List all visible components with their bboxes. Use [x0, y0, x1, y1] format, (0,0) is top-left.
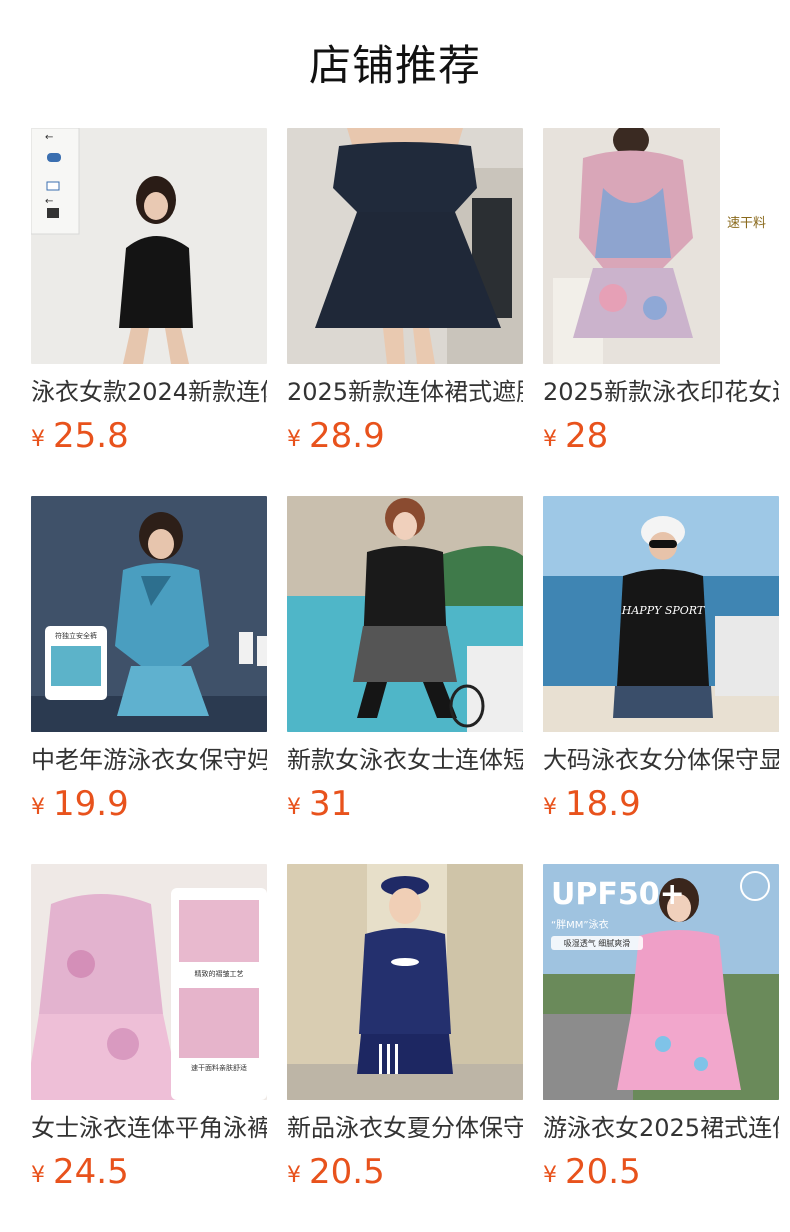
product-card[interactable]: 2025新款泳衣印花女连体裙式保守 ¥28 速干料	[543, 128, 779, 496]
product-card[interactable]: 精致的褶皱工艺 速干面料亲肤舒适 女士泳衣连体平角泳裤保守遮肚 ¥24.5	[31, 864, 267, 1232]
product-image[interactable]	[287, 496, 523, 732]
product-name[interactable]: 中老年游泳衣女保守妈妈款连体	[31, 744, 267, 776]
svg-text:←: ←	[45, 196, 53, 207]
product-name[interactable]: 大码泳衣女分体保守显瘦运动	[543, 744, 779, 776]
badge-text: 精致的褶皱工艺	[195, 969, 244, 978]
currency-symbol: ¥	[31, 1163, 45, 1188]
product-price: ¥18.9	[543, 782, 641, 826]
product-price: ¥28.9	[287, 414, 385, 458]
product-name[interactable]: 新品泳衣女夏分体保守学生运动	[287, 1112, 523, 1144]
badge-text-3: 吸湿透气 细腻爽滑	[564, 938, 631, 948]
badge-text: UPF50+	[551, 877, 685, 912]
badge-text: 符独立安全裤	[55, 631, 97, 640]
product-price: ¥19.9	[31, 782, 129, 826]
product-image[interactable]	[287, 864, 523, 1100]
svg-text:←: ←	[45, 132, 53, 143]
product-badge: 速干料	[727, 216, 767, 231]
currency-symbol: ¥	[543, 1163, 557, 1188]
price-value: 28	[565, 416, 609, 456]
product-card[interactable]: 新品泳衣女夏分体保守学生运动 ¥20.5	[287, 864, 523, 1232]
product-image[interactable]: ← ←	[31, 128, 267, 364]
page-title: 店铺推荐	[308, 41, 481, 90]
currency-symbol: ¥	[287, 427, 301, 452]
currency-symbol: ¥	[543, 795, 557, 820]
badge-text-2: 速干面料亲肤舒适	[191, 1063, 247, 1072]
product-image[interactable]	[287, 128, 523, 364]
price-value: 19.9	[53, 784, 129, 824]
product-name[interactable]: 泳衣女款2024新款连体裙式遮肚显瘦	[31, 376, 267, 408]
product-image[interactable]: 精致的褶皱工艺 速干面料亲肤舒适	[31, 864, 267, 1100]
product-card[interactable]: 2025新款连体裙式遮肚显瘦泳衣女 ¥28.9	[287, 128, 523, 496]
product-price: ¥20.5	[543, 1150, 641, 1194]
badge-text-2: “胖MM”泳衣	[551, 918, 609, 931]
currency-symbol: ¥	[543, 427, 557, 452]
price-value: 24.5	[53, 1152, 129, 1192]
product-price: ¥31	[287, 782, 352, 826]
product-grid: ← ← 泳衣女款2024新款连体裙式遮肚显瘦 ¥25.8	[31, 128, 779, 1232]
currency-symbol: ¥	[287, 795, 301, 820]
product-card[interactable]: HAPPY SPORT 大码泳衣女分体保守显瘦运动 ¥18.9	[543, 496, 779, 864]
product-image[interactable]: 符独立安全裤	[31, 496, 267, 732]
currency-symbol: ¥	[31, 795, 45, 820]
product-image[interactable]	[543, 128, 779, 364]
product-name[interactable]: 女士泳衣连体平角泳裤保守遮肚	[31, 1112, 267, 1144]
price-value: 31	[309, 784, 353, 824]
product-name[interactable]: 2025新款泳衣印花女连体裙式保守	[543, 376, 779, 408]
price-value: 20.5	[309, 1152, 385, 1192]
price-value: 25.8	[53, 416, 129, 456]
product-price: ¥20.5	[287, 1150, 385, 1194]
price-value: 18.9	[565, 784, 641, 824]
product-image[interactable]: UPF50+ “胖MM”泳衣 吸湿透气 细腻爽滑	[543, 864, 779, 1100]
product-card[interactable]: 新款女泳衣女士连体短袖保守运动 ¥31	[287, 496, 523, 864]
product-card[interactable]: UPF50+ “胖MM”泳衣 吸湿透气 细腻爽滑 游泳衣女2025裙式连体显瘦遮…	[543, 864, 779, 1232]
product-name[interactable]: 游泳衣女2025裙式连体显瘦遮肚	[543, 1112, 779, 1144]
product-name[interactable]: 新款女泳衣女士连体短袖保守运动	[287, 744, 523, 776]
price-value: 20.5	[565, 1152, 641, 1192]
product-price: ¥25.8	[31, 414, 129, 458]
product-card[interactable]: ← ← 泳衣女款2024新款连体裙式遮肚显瘦 ¥25.8	[31, 128, 267, 496]
product-image[interactable]: HAPPY SPORT	[543, 496, 779, 732]
product-name[interactable]: 2025新款连体裙式遮肚显瘦泳衣女	[287, 376, 523, 408]
product-price: ¥28	[543, 414, 608, 458]
badge-text: HAPPY SPORT	[621, 604, 706, 617]
price-value: 28.9	[309, 416, 385, 456]
product-card[interactable]: 符独立安全裤 中老年游泳衣女保守妈妈款连体 ¥19.9	[31, 496, 267, 864]
product-price: ¥24.5	[31, 1150, 129, 1194]
currency-symbol: ¥	[287, 1163, 301, 1188]
currency-symbol: ¥	[31, 427, 45, 452]
